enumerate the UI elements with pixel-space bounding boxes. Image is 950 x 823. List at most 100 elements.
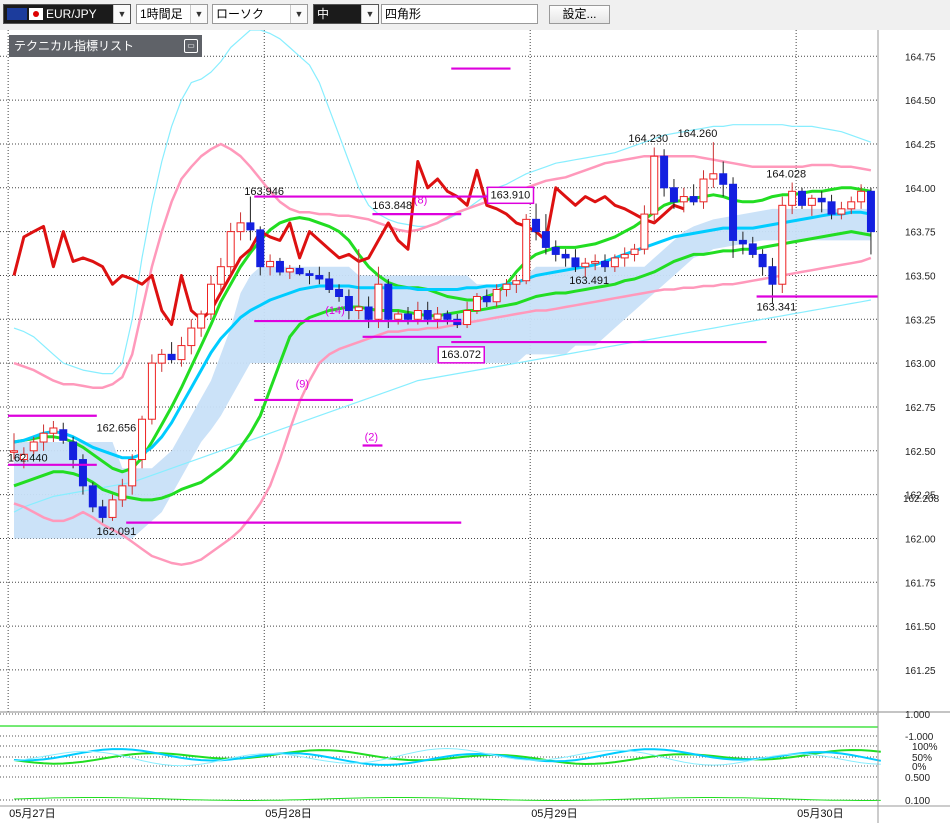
price-annotation: 163.072 — [441, 349, 481, 361]
candle-body — [798, 190, 806, 206]
candle-body — [413, 310, 422, 320]
chevron-down-icon[interactable]: ▼ — [361, 5, 378, 23]
candle-body — [591, 260, 600, 264]
candle-body — [689, 196, 698, 203]
y-tick-label: 163.25 — [905, 315, 936, 326]
price-annotation: 163.491 — [569, 275, 609, 287]
candle-body — [157, 353, 166, 364]
candle-body — [709, 173, 718, 180]
x-tick-label: 05月30日 — [797, 808, 843, 820]
y-tick-label: 161.75 — [905, 578, 936, 589]
candle-body — [837, 208, 846, 215]
candle-body — [275, 260, 284, 273]
candle-body — [177, 345, 186, 361]
candle-body — [522, 218, 531, 282]
y-tick-label: 164.75 — [905, 52, 936, 63]
currency-pair-label: EUR/JPY — [46, 7, 97, 21]
settings-label: 設定... — [562, 7, 597, 21]
shape-select[interactable]: 四角形 — [381, 4, 538, 24]
y-tick-label: 163.00 — [905, 359, 936, 370]
y-tick-label: 164.25 — [905, 140, 936, 151]
price-annotation: 163.910 — [491, 189, 531, 201]
y-tick-label: 164.50 — [905, 96, 936, 107]
toolbar: EUR/JPY ▼ 1時間足 ▼ ローソク ▼ 中 ▼ 四角形 設定... — [0, 0, 950, 30]
price-annotation: 164.028 — [766, 168, 806, 180]
candle-body — [88, 485, 97, 508]
candle-body — [551, 246, 560, 255]
candle-body — [502, 283, 511, 290]
price-annotation: 162.440 — [8, 452, 48, 464]
y-tick-label: 162.75 — [905, 403, 936, 414]
candle-body — [660, 155, 669, 189]
candle-body — [305, 273, 314, 276]
price-annotation: 164.260 — [678, 128, 718, 140]
candle-body — [187, 327, 196, 347]
y-tick-label: 162.208 — [903, 494, 940, 505]
candle-body — [394, 313, 403, 320]
candle-body — [601, 260, 609, 268]
candle-body — [59, 429, 68, 441]
timeframe-label: 1時間足 — [140, 7, 183, 21]
osc-tick-label: 0.500 — [905, 773, 930, 784]
chevron-down-icon[interactable]: ▼ — [113, 5, 130, 23]
price-annotation: (14) — [325, 305, 345, 317]
candle-body — [492, 288, 501, 303]
candle-body — [472, 295, 481, 312]
candle-body — [719, 173, 728, 185]
candle-body — [167, 353, 176, 361]
chevron-down-icon[interactable]: ▼ — [290, 5, 307, 23]
candle-body — [335, 288, 344, 297]
chart-style-select[interactable]: ローソク ▼ — [212, 4, 308, 24]
chart-style-label: ローソク — [216, 7, 265, 21]
candle-body — [285, 267, 294, 273]
candle-body — [866, 190, 875, 233]
timeframe-select[interactable]: 1時間足 ▼ — [136, 4, 208, 24]
candle-body — [78, 459, 87, 487]
size-select[interactable]: 中 ▼ — [313, 4, 379, 24]
candle-body — [738, 239, 747, 245]
x-tick-label: 05月28日 — [265, 808, 311, 820]
candle-body — [541, 231, 550, 248]
price-annotation: (8) — [414, 195, 427, 207]
candle-body — [207, 283, 215, 315]
candle-body — [29, 441, 38, 452]
candle-body — [640, 213, 649, 250]
flag-icon — [29, 8, 43, 20]
chevron-down-icon[interactable]: ▼ — [190, 5, 207, 23]
size-label: 中 — [317, 7, 330, 21]
price-annotation: 162.091 — [97, 526, 137, 538]
y-tick-label: 162.00 — [905, 534, 936, 545]
candle-body — [295, 267, 304, 275]
candle-body — [147, 362, 156, 420]
price-annotation: 162.656 — [97, 422, 137, 434]
osc-tick-label: 1.000 — [905, 710, 930, 721]
price-annotation: 163.848 — [372, 200, 412, 212]
candle-body — [532, 218, 541, 233]
minimize-icon[interactable]: ▭ — [184, 39, 198, 53]
candle-body — [778, 204, 787, 285]
currency-pair-select[interactable]: EUR/JPY ▼ — [3, 4, 131, 24]
candle-body — [118, 485, 127, 501]
price-annotation: 163.946 — [244, 186, 284, 198]
candle-body — [69, 441, 78, 461]
candle-body — [236, 222, 245, 233]
candle-body — [384, 283, 393, 320]
candle-body — [482, 295, 491, 303]
technical-indicator-list[interactable]: テクニカル指標リスト ▭ — [9, 35, 202, 57]
candle-body — [344, 295, 353, 312]
candle-body — [758, 253, 767, 268]
candle-body — [463, 310, 472, 326]
price-chart[interactable]: 164.75 164.50 164.25 164.00 163.75 163.50 163.… — [0, 30, 950, 823]
candle-body — [788, 190, 797, 206]
x-tick-label: 05月29日 — [531, 808, 577, 820]
technical-indicator-list-label: テクニカル指標リスト — [14, 39, 135, 53]
candle-body — [98, 506, 107, 518]
candle-body — [266, 260, 275, 268]
candle-body — [256, 229, 265, 268]
candle-body — [817, 197, 826, 203]
x-tick-label: 05月27日 — [9, 808, 55, 820]
candle-body — [433, 313, 442, 320]
settings-button[interactable]: 設定... — [549, 5, 610, 24]
candle-body — [512, 280, 521, 285]
candle-body — [108, 499, 117, 518]
